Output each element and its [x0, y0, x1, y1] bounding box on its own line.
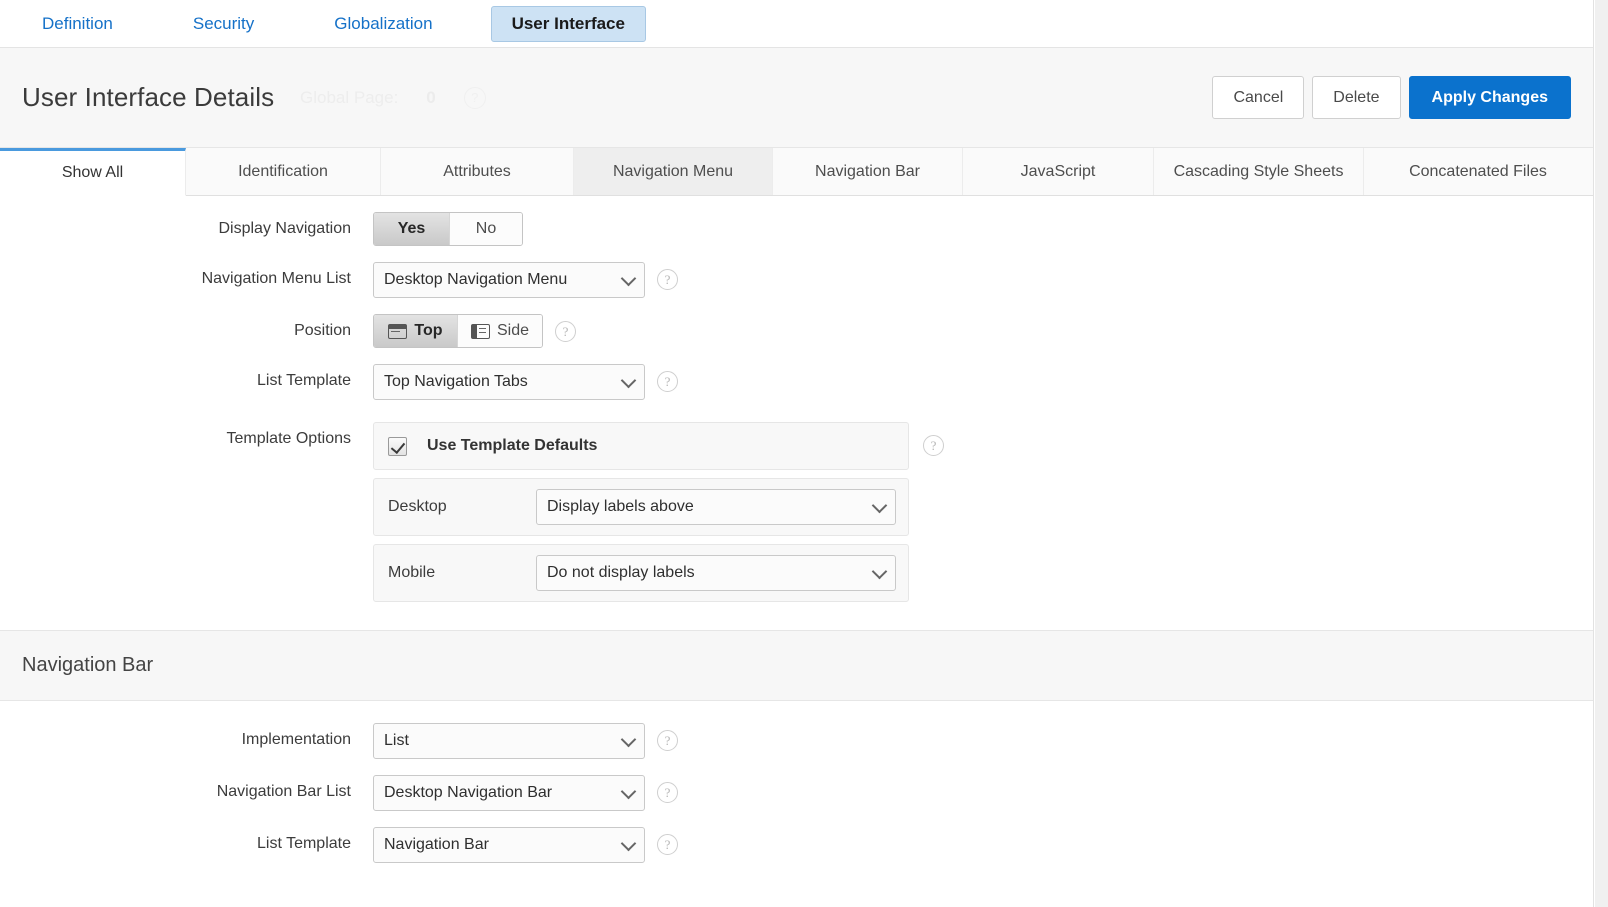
field-display-navigation: Display Navigation Yes No [0, 196, 1593, 246]
layout-top-icon [388, 323, 408, 339]
use-template-defaults-label: Use Template Defaults [427, 437, 598, 454]
navigation-bar-list-select[interactable]: Desktop Navigation Bar [373, 775, 645, 811]
field-template-options: Template Options Use Template Defaults D… [0, 400, 1593, 602]
use-template-defaults-row[interactable]: Use Template Defaults [373, 422, 909, 470]
help-icon[interactable]: ? [657, 782, 678, 803]
layout-side-icon [470, 323, 490, 339]
field-position: Position Top Side ? [0, 298, 1593, 348]
template-option-mobile-value: Do not display labels [547, 564, 695, 581]
field-navbar-list-template: List Template Navigation Bar ? [0, 811, 1593, 863]
position-top-label: Top [414, 322, 443, 339]
list-template-value: Top Navigation Tabs [384, 373, 528, 390]
navigation-bar-list-value: Desktop Navigation Bar [384, 784, 553, 801]
display-navigation-yes[interactable]: Yes [374, 213, 450, 245]
help-icon: ? [463, 86, 486, 109]
label-navbar-list-template: List Template [257, 835, 351, 852]
help-icon[interactable]: ? [657, 730, 678, 751]
ghost-global-page-value: 0 [426, 87, 436, 107]
ghost-global-page-meta: Global Page: 0 ? [300, 86, 486, 109]
list-template-select[interactable]: Top Navigation Tabs [373, 364, 645, 400]
help-icon[interactable]: ? [657, 269, 678, 290]
template-option-mobile-select[interactable]: Do not display labels [536, 555, 896, 591]
subtab-concatenated-files[interactable]: Concatenated Files [1364, 148, 1592, 195]
chevron-down-icon [620, 372, 637, 389]
tab-definition[interactable]: Definition [22, 7, 133, 41]
apply-changes-button[interactable]: Apply Changes [1408, 76, 1571, 119]
delete-button[interactable]: Delete [1312, 76, 1401, 119]
help-icon[interactable]: ? [657, 371, 678, 392]
section-heading-navigation-bar: Navigation Bar [0, 630, 1593, 701]
chevron-down-icon [620, 835, 637, 852]
position-toggle[interactable]: Top Side [373, 314, 543, 348]
navbar-list-template-value: Navigation Bar [384, 836, 489, 853]
subtab-show-all[interactable]: Show All [0, 148, 186, 196]
object-tab-bar: Definition Security Globalization User I… [0, 0, 1593, 48]
display-navigation-toggle[interactable]: Yes No [373, 212, 523, 246]
field-list-template: List Template Top Navigation Tabs ? [0, 348, 1593, 400]
display-navigation-no[interactable]: No [450, 213, 522, 245]
implementation-value: List [384, 732, 409, 749]
tab-globalization[interactable]: Globalization [314, 7, 452, 41]
label-position: Position [294, 322, 351, 339]
sub-tab-bar: Show All Identification Attributes Navig… [0, 148, 1593, 196]
page-title: User Interface Details [22, 82, 275, 112]
position-side[interactable]: Side [458, 315, 542, 347]
region-header: User Interface Details Global Page: 0 ? … [0, 48, 1593, 148]
page-root: Definition Security Globalization User I… [0, 0, 1594, 907]
chevron-down-icon [871, 563, 888, 580]
field-implementation: Implementation List ? [0, 701, 1593, 759]
window-right-gutter [1595, 0, 1608, 907]
cancel-button[interactable]: Cancel [1212, 76, 1305, 119]
template-option-desktop-label: Desktop [388, 498, 447, 515]
navbar-list-template-select[interactable]: Navigation Bar [373, 827, 645, 863]
label-navigation-bar-list: Navigation Bar List [216, 783, 351, 800]
position-top[interactable]: Top [374, 315, 458, 347]
position-side-label: Side [496, 322, 530, 339]
navigation-menu-list-select[interactable]: Desktop Navigation Menu [373, 262, 645, 298]
subtab-navigation-bar[interactable]: Navigation Bar [773, 148, 963, 195]
label-template-options: Template Options [226, 430, 351, 447]
help-icon[interactable]: ? [657, 834, 678, 855]
field-navigation-menu-list: Navigation Menu List Desktop Navigation … [0, 246, 1593, 298]
chevron-down-icon [620, 783, 637, 800]
subtab-attributes[interactable]: Attributes [381, 148, 574, 195]
chevron-down-icon [871, 497, 888, 514]
implementation-select[interactable]: List [373, 723, 645, 759]
tab-user-interface[interactable]: User Interface [490, 5, 646, 42]
label-list-template: List Template [257, 372, 351, 389]
subtab-navigation-menu[interactable]: Navigation Menu [574, 148, 773, 195]
subtab-javascript[interactable]: JavaScript [963, 148, 1154, 195]
label-implementation: Implementation [241, 731, 351, 748]
template-option-desktop-value: Display labels above [547, 498, 694, 515]
label-navigation-menu-list: Navigation Menu List [201, 270, 351, 287]
tab-security[interactable]: Security [173, 7, 274, 41]
use-template-defaults-checkbox[interactable] [388, 436, 407, 456]
form-body: Display Navigation Yes No Navigation Men… [0, 196, 1593, 863]
ghost-global-page-label: Global Page: [300, 87, 399, 107]
template-option-mobile-label: Mobile [388, 564, 436, 581]
label-display-navigation: Display Navigation [218, 220, 351, 237]
field-navigation-bar-list: Navigation Bar List Desktop Navigation B… [0, 759, 1593, 811]
header-actions: Cancel Delete Apply Changes [1212, 76, 1571, 119]
chevron-down-icon [620, 731, 637, 748]
navigation-menu-list-value: Desktop Navigation Menu [384, 271, 568, 288]
template-option-row-mobile: Mobile Do not display labels [373, 544, 909, 602]
subtab-identification[interactable]: Identification [186, 148, 381, 195]
template-option-row-desktop: Desktop Display labels above [373, 478, 909, 536]
help-icon[interactable]: ? [555, 321, 576, 342]
template-option-desktop-select[interactable]: Display labels above [536, 489, 896, 525]
chevron-down-icon [620, 270, 637, 287]
help-icon[interactable]: ? [923, 435, 944, 456]
subtab-cascading-style-sheets[interactable]: Cascading Style Sheets [1154, 148, 1364, 195]
